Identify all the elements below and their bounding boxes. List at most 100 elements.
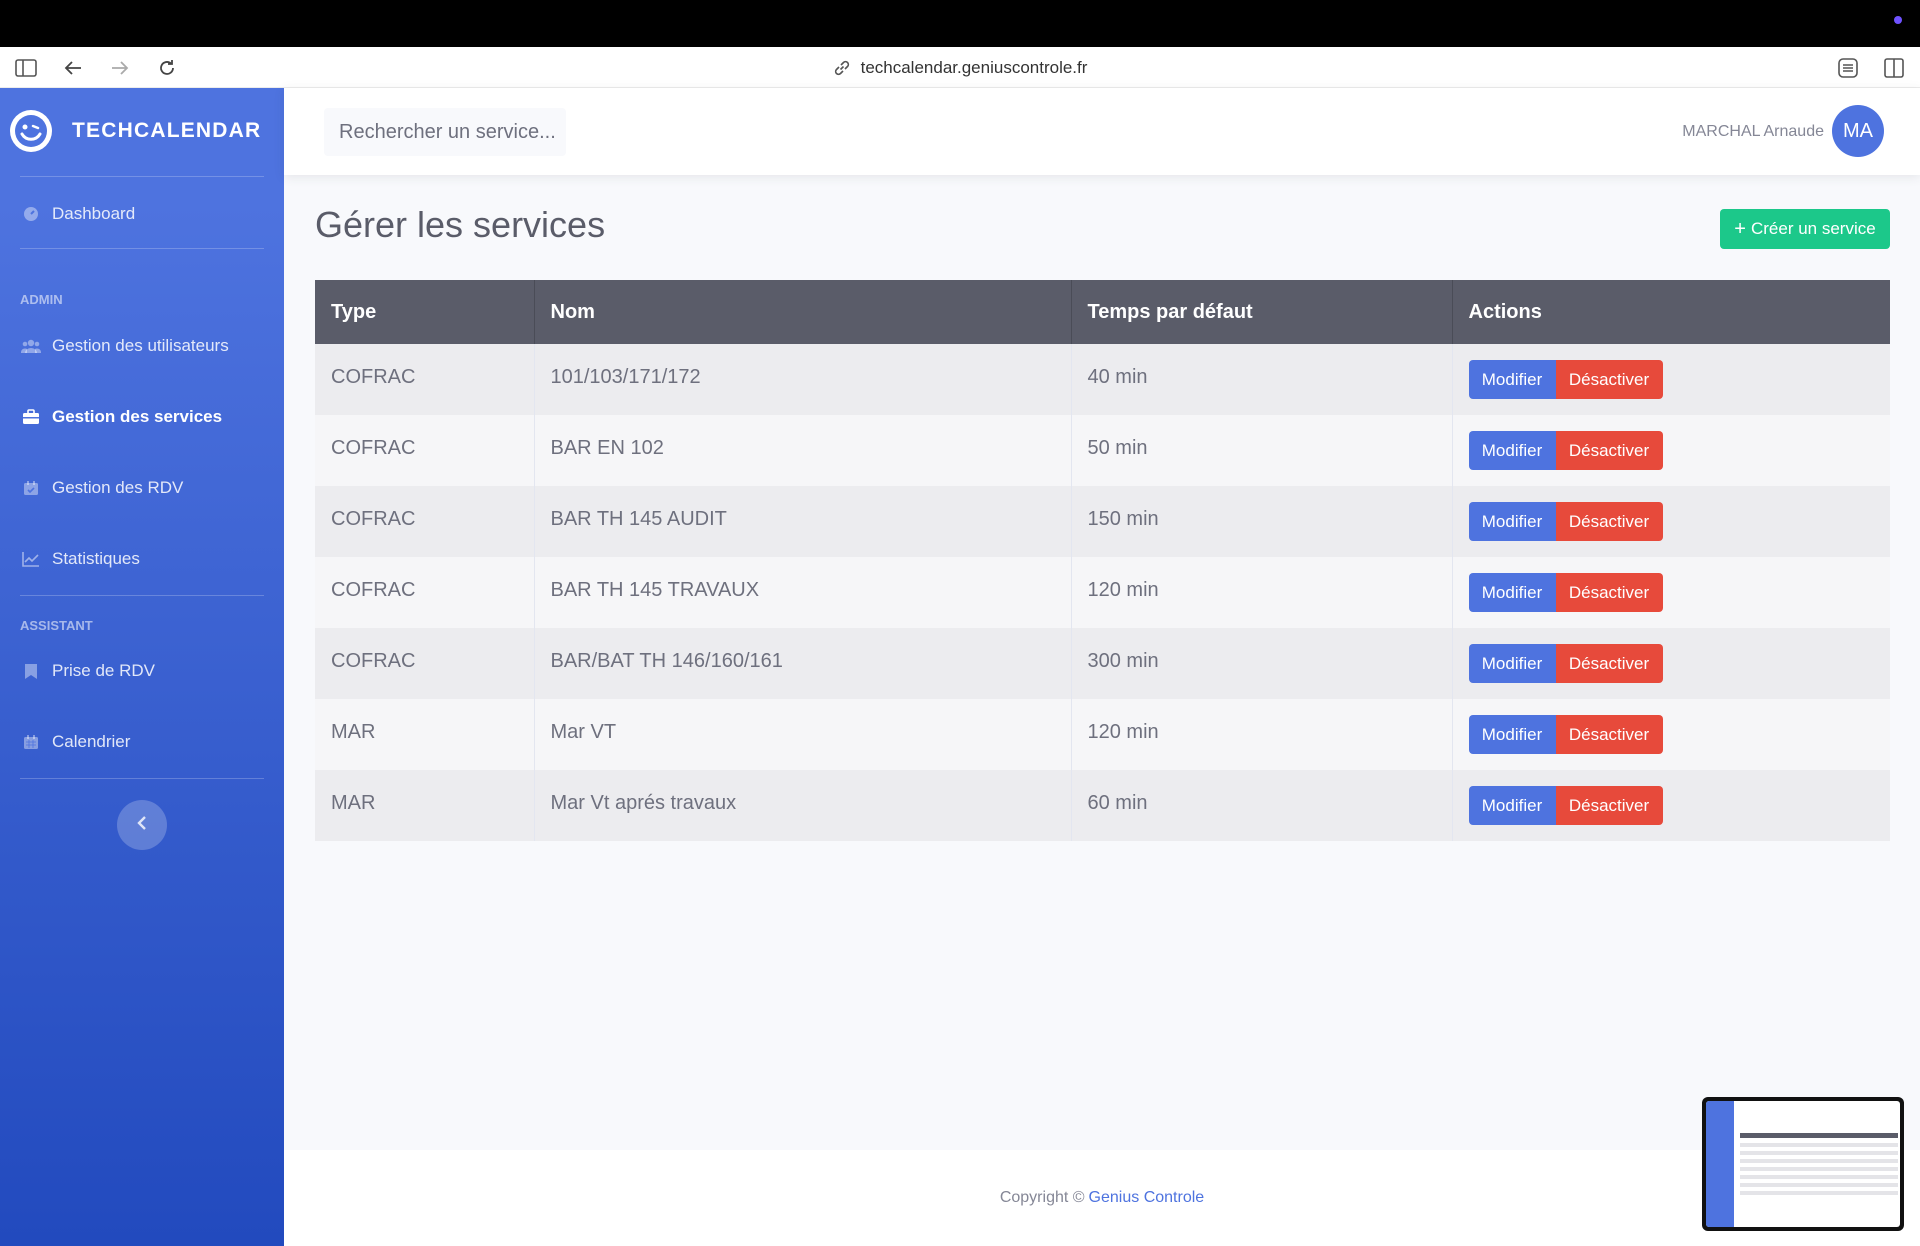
sidebar: TECHCALENDAR Dashboard ADMIN Gestion des… bbox=[0, 88, 284, 1246]
cell-temps: 40 min bbox=[1071, 344, 1453, 415]
thumbnail-sidebar bbox=[1706, 1101, 1734, 1227]
cell-type: COFRAC bbox=[315, 486, 535, 557]
link-icon bbox=[833, 59, 851, 77]
table-row: COFRAC BAR/BAT TH 146/160/161 300 min Mo… bbox=[315, 628, 1890, 699]
table-row: MAR Mar Vt aprés travaux 60 min Modifier… bbox=[315, 770, 1890, 841]
chart-line-icon bbox=[20, 551, 42, 567]
deactivate-button[interactable]: Désactiver bbox=[1555, 715, 1663, 754]
thumbnail-row bbox=[1740, 1183, 1898, 1187]
cell-temps: 150 min bbox=[1071, 486, 1453, 557]
sidebar-divider bbox=[20, 778, 264, 779]
cell-nom: BAR TH 145 AUDIT bbox=[534, 486, 1072, 557]
sidebar-item-label: Statistiques bbox=[52, 549, 140, 568]
calendar-icon bbox=[20, 734, 42, 750]
sidebar-item-prise-rdv[interactable]: Prise de RDV bbox=[20, 651, 155, 691]
deactivate-button[interactable]: Désactiver bbox=[1555, 786, 1663, 825]
smiley-logo-icon bbox=[10, 109, 52, 152]
modify-button[interactable]: Modifier bbox=[1468, 644, 1556, 683]
deactivate-button[interactable]: Désactiver bbox=[1555, 502, 1663, 541]
split-view-icon[interactable] bbox=[1882, 56, 1906, 80]
sidebar-item-calendrier[interactable]: Calendrier bbox=[20, 722, 130, 762]
modify-button[interactable]: Modifier bbox=[1468, 431, 1556, 470]
sidebar-item-label: Prise de RDV bbox=[52, 661, 155, 680]
create-service-button[interactable]: + Créer un service bbox=[1720, 209, 1890, 249]
sidebar-item-label: Calendrier bbox=[52, 732, 131, 751]
avatar[interactable]: MA bbox=[1832, 105, 1884, 157]
cell-actions: Modifier Désactiver bbox=[1452, 770, 1890, 841]
cell-temps: 300 min bbox=[1071, 628, 1453, 699]
brand[interactable]: TECHCALENDAR bbox=[0, 88, 284, 173]
address-bar[interactable]: techcalendar.geniuscontrole.fr bbox=[0, 47, 1920, 88]
cell-actions: Modifier Désactiver bbox=[1452, 415, 1890, 486]
sidebar-item-users[interactable]: Gestion des utilisateurs bbox=[20, 326, 229, 366]
deactivate-button[interactable]: Désactiver bbox=[1555, 573, 1663, 612]
topbar: MARCHAL Arnaude MA bbox=[284, 88, 1920, 175]
cell-nom: BAR/BAT TH 146/160/161 bbox=[534, 628, 1072, 699]
deactivate-button[interactable]: Désactiver bbox=[1555, 644, 1663, 683]
deactivate-button[interactable]: Désactiver bbox=[1555, 431, 1663, 470]
cell-actions: Modifier Désactiver bbox=[1452, 557, 1890, 628]
calendar-check-icon bbox=[20, 480, 42, 496]
footer: Copyright © Genius Controle bbox=[284, 1150, 1920, 1246]
thumbnail-table-header bbox=[1740, 1133, 1898, 1138]
sidebar-item-dashboard[interactable]: Dashboard bbox=[20, 194, 135, 234]
column-header-actions: Actions bbox=[1452, 280, 1890, 344]
page-title: Gérer les services bbox=[315, 204, 606, 245]
cell-actions: Modifier Désactiver bbox=[1452, 628, 1890, 699]
os-top-bar bbox=[0, 0, 1920, 47]
table-row: COFRAC 101/103/171/172 40 min Modifier Dé… bbox=[315, 344, 1890, 415]
sidebar-item-label: Gestion des RDV bbox=[52, 478, 184, 497]
cell-nom: Mar VT bbox=[534, 699, 1072, 770]
modify-button[interactable]: Modifier bbox=[1468, 502, 1556, 541]
column-header-type: Type bbox=[315, 280, 535, 344]
table-row: COFRAC BAR TH 145 AUDIT 150 min Modifier… bbox=[315, 486, 1890, 557]
sidebar-item-rdv[interactable]: Gestion des RDV bbox=[20, 468, 183, 508]
modify-button[interactable]: Modifier bbox=[1468, 573, 1556, 612]
cell-type: COFRAC bbox=[315, 628, 535, 699]
thumbnail-row bbox=[1740, 1167, 1898, 1171]
sidebar-item-label: Gestion des utilisateurs bbox=[52, 336, 229, 355]
cell-temps: 60 min bbox=[1071, 770, 1453, 841]
copyright-text: Copyright © bbox=[999, 1189, 1085, 1206]
briefcase-icon bbox=[20, 409, 42, 425]
chevron-left-icon bbox=[136, 815, 148, 836]
brand-name: TECHCALENDAR bbox=[72, 118, 262, 142]
cell-type: COFRAC bbox=[315, 415, 535, 486]
cell-nom: BAR TH 145 TRAVAUX bbox=[534, 557, 1072, 628]
cell-temps: 50 min bbox=[1071, 415, 1453, 486]
sidebar-item-statistiques[interactable]: Statistiques bbox=[20, 539, 140, 579]
cell-type: COFRAC bbox=[315, 344, 535, 415]
modify-button[interactable]: Modifier bbox=[1468, 715, 1556, 754]
table-row: COFRAC BAR TH 145 TRAVAUX 120 min Modifi… bbox=[315, 557, 1890, 628]
url-text: techcalendar.geniuscontrole.fr bbox=[860, 57, 1088, 77]
extension-icon[interactable] bbox=[1836, 56, 1860, 80]
company-link[interactable]: Genius Controle bbox=[1089, 1189, 1205, 1207]
column-header-nom: Nom bbox=[534, 280, 1072, 344]
cell-nom: 101/103/171/172 bbox=[534, 344, 1072, 415]
plus-icon: + bbox=[1734, 217, 1746, 240]
table-row: MAR Mar VT 120 min Modifier Désactiver bbox=[315, 699, 1890, 770]
cell-temps: 120 min bbox=[1071, 699, 1453, 770]
status-dot-icon bbox=[1894, 16, 1902, 24]
modify-button[interactable]: Modifier bbox=[1468, 360, 1556, 399]
search-input[interactable] bbox=[324, 108, 566, 156]
cell-type: MAR bbox=[315, 770, 535, 841]
sidebar-collapse-button[interactable] bbox=[117, 800, 167, 850]
sidebar-divider bbox=[20, 595, 264, 596]
table-row: COFRAC BAR EN 102 50 min Modifier Désacti… bbox=[315, 415, 1890, 486]
sidebar-item-services[interactable]: Gestion des services bbox=[20, 397, 222, 437]
services-table: Type Nom Temps par défaut Actions COFRAC… bbox=[315, 280, 1890, 841]
user-name[interactable]: MARCHAL Arnaude bbox=[1682, 88, 1824, 175]
tachometer-icon bbox=[20, 206, 42, 222]
table-header-row: Type Nom Temps par défaut Actions bbox=[315, 280, 1890, 344]
sidebar-divider bbox=[20, 176, 264, 177]
sidebar-heading-admin: ADMIN bbox=[20, 292, 63, 307]
thumbnail-row bbox=[1740, 1159, 1898, 1163]
thumbnail-preview bbox=[1706, 1101, 1900, 1227]
cell-actions: Modifier Désactiver bbox=[1452, 699, 1890, 770]
screenshot-thumbnail[interactable] bbox=[1702, 1097, 1904, 1231]
deactivate-button[interactable]: Désactiver bbox=[1555, 360, 1663, 399]
thumbnail-row bbox=[1740, 1151, 1898, 1155]
cell-nom: Mar Vt aprés travaux bbox=[534, 770, 1072, 841]
modify-button[interactable]: Modifier bbox=[1468, 786, 1556, 825]
